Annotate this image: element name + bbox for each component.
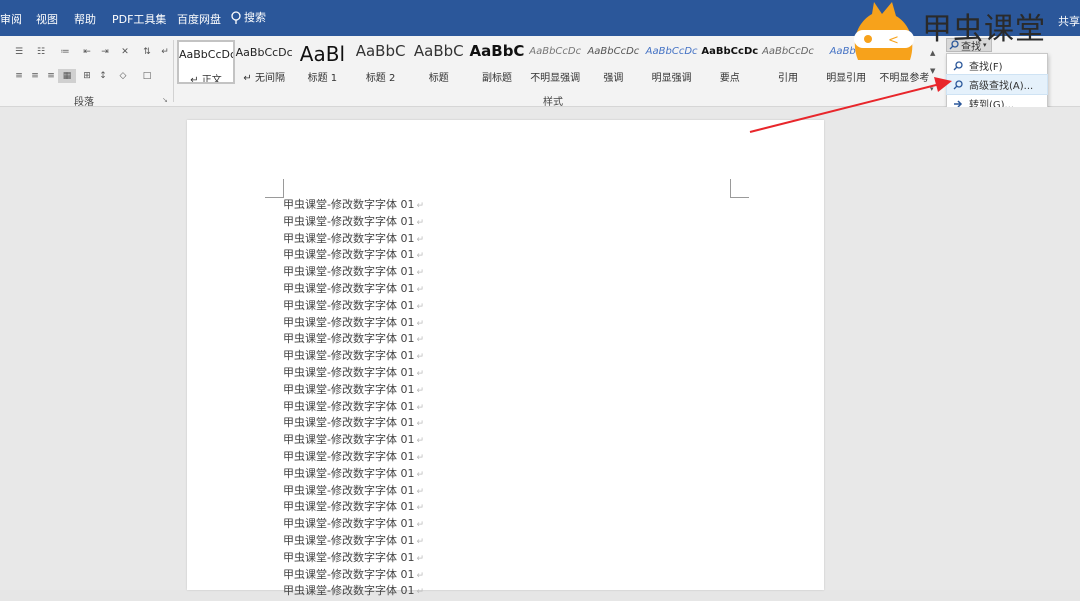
annotation-arrow bbox=[749, 77, 952, 133]
